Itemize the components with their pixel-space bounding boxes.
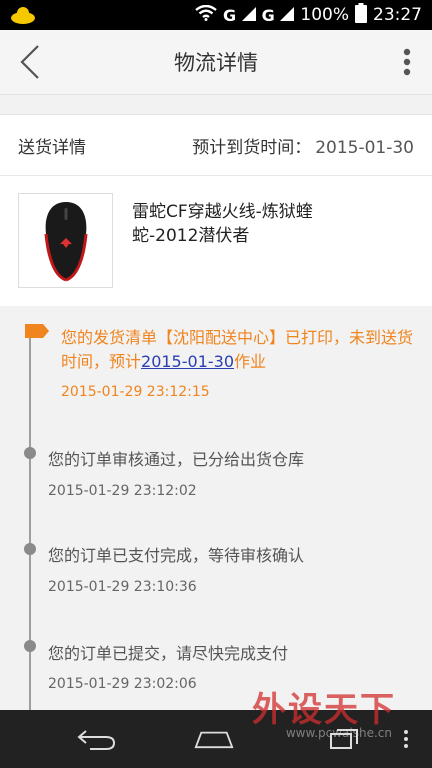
timeline-text-part: 作业 (234, 352, 267, 371)
timeline-item-text: 您的订单审核通过，已分给出货仓库 (48, 450, 305, 469)
nav-back-button[interactable] (76, 724, 116, 754)
status-bar: G G 100% 23:27 (0, 0, 432, 30)
timeline-item-text: 您的订单已支付完成，等待审核确认 (48, 546, 305, 565)
signal-bars-icon (280, 6, 295, 21)
timeline-item-time: 2015-01-29 23:02:06 (48, 676, 197, 692)
chevron-left-icon (20, 45, 39, 79)
battery-percent: 100% (300, 5, 349, 25)
timeline-item-time: 2015-01-29 23:10:36 (48, 579, 197, 595)
product-image[interactable] (18, 193, 113, 288)
app-notification-icon (10, 4, 40, 26)
estimated-arrival: 预计到货时间： 2015-01-30 (192, 133, 414, 158)
eta-label: 预计到货时间： (192, 137, 312, 158)
delivery-details-label: 送货详情 (18, 137, 86, 158)
gaming-mouse-image (44, 201, 87, 281)
timeline-dot (24, 447, 36, 459)
title-bar: 物流详情 (0, 30, 432, 95)
product-row[interactable]: 雷蛇CF穿越火线-炼狱蝰蛇-2012潜伏者 (0, 176, 432, 307)
more-vertical-icon (403, 48, 411, 76)
home-icon (194, 731, 234, 749)
nav-home-button[interactable] (194, 724, 234, 754)
sim1-signal-label: G (222, 5, 237, 25)
timeline-line (29, 336, 31, 710)
sim2-signal-label: G (261, 5, 275, 25)
sim1-signal: G (223, 6, 256, 25)
nav-menu-button[interactable] (396, 724, 416, 754)
more-options-button[interactable] (392, 40, 422, 84)
back-button[interactable] (10, 40, 50, 84)
timeline-item-text: 您的订单已提交，请尽快完成支付 (48, 644, 289, 663)
watermark-logo: 外设天下 (252, 690, 396, 730)
timeline-item-time: 2015-01-29 23:12:02 (48, 483, 197, 499)
menu-dots-icon (404, 730, 408, 748)
timeline-dot (24, 640, 36, 652)
eta-date: 2015-01-30 (315, 137, 414, 158)
product-name[interactable]: 雷蛇CF穿越火线-炼狱蝰蛇-2012潜伏者 (132, 200, 372, 248)
current-status-flag-icon (25, 324, 49, 338)
clock: 23:27 (373, 5, 422, 25)
battery-icon (355, 2, 367, 28)
wifi-icon (195, 4, 217, 26)
timeline-item-time: 2015-01-29 23:12:15 (61, 384, 210, 400)
back-arrow-icon (77, 730, 116, 750)
timeline-item-text: 您的发货清单【沈阳配送中心】已打印，未到送货时间，预计2015-01-30作业 (61, 326, 416, 374)
eta-date-link[interactable]: 2015-01-30 (141, 352, 234, 371)
page-title: 物流详情 (174, 51, 258, 75)
logistics-timeline: 您的发货清单【沈阳配送中心】已打印，未到送货时间，预计2015-01-30作业 … (0, 306, 432, 710)
watermark-url: www.pcwaishe.cn (285, 726, 392, 740)
delivery-details-header: 送货详情 预计到货时间： 2015-01-30 (0, 114, 432, 176)
timeline-dot (24, 543, 36, 555)
signal-bars-icon (241, 6, 256, 21)
sim2-signal: G (262, 6, 295, 25)
